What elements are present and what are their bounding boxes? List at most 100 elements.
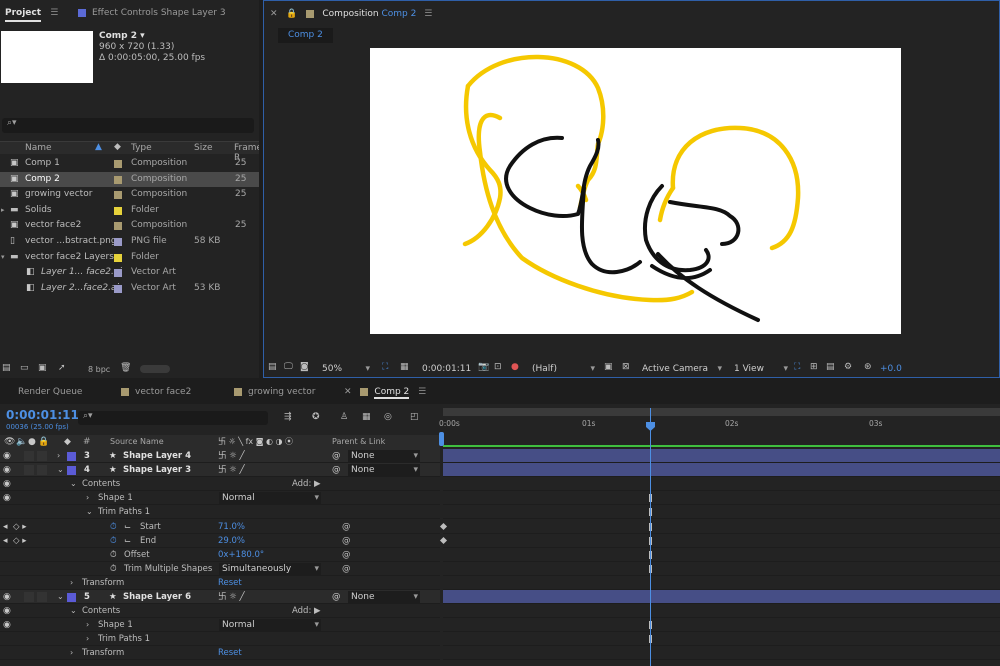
tab-composition[interactable]: ✕ 🔒 Composition Comp 2 ☰ (270, 1, 432, 27)
lock-box[interactable] (37, 592, 47, 602)
always-preview-icon[interactable]: ▤ (268, 362, 277, 372)
stopwatch-active-icon[interactable]: ⏱ (110, 534, 117, 548)
views-dropdown[interactable]: 1 View (734, 363, 790, 375)
layer-name[interactable]: Shape Layer 3 (123, 463, 191, 477)
label-color-swatch[interactable] (114, 253, 122, 262)
property-row[interactable]: › Trim Paths 1 (0, 632, 440, 647)
visibility-eye-icon[interactable]: ◉ (3, 604, 11, 618)
property-track[interactable] (443, 575, 1000, 590)
property-dropdown[interactable]: Normal (219, 492, 321, 505)
layer-duration-bar[interactable] (443, 590, 1000, 605)
visibility-eye-icon[interactable]: ◉ (3, 463, 11, 477)
label-color-swatch[interactable] (114, 238, 122, 246)
property-row[interactable]: ◉ ⌄ Contents Add: ▶ (0, 604, 440, 619)
new-comp-icon[interactable]: ▣ (38, 363, 47, 373)
property-name[interactable]: Transform (82, 576, 124, 590)
property-track[interactable] (443, 491, 1000, 506)
project-item[interactable]: ▣ Comp 2 Composition 25 (0, 171, 259, 188)
property-row[interactable]: ⏱ Trim Multiple Shapes Simultaneously @ (0, 561, 440, 576)
grid-icon[interactable]: ▦ (400, 362, 409, 372)
tab-project[interactable]: Project ☰ (5, 0, 58, 26)
viewer-timecode[interactable]: 0:00:01:11 (422, 364, 471, 374)
transparency-grid-icon[interactable]: ⊠ (622, 362, 630, 372)
label-color-swatch[interactable] (114, 222, 122, 231)
property-name[interactable]: Shape 1 (98, 618, 133, 632)
visibility-eye-icon[interactable]: ◉ (3, 449, 11, 463)
property-name[interactable]: Trim Paths 1 (98, 632, 150, 646)
keyframe-navigator-icon[interactable]: ◇ ▸ (13, 520, 27, 534)
label-color-swatch[interactable] (114, 284, 122, 293)
project-item[interactable]: ◧ Layer 1... face2.ai Vector Art (0, 265, 259, 281)
stopwatch-icon[interactable]: ⏱ (110, 562, 117, 576)
label-color-swatch[interactable] (114, 269, 122, 278)
expand-chevron-icon[interactable]: ⌄ (57, 590, 64, 604)
keyframe-navigator-icon[interactable]: ◇ ▸ (13, 534, 27, 548)
layer-row[interactable]: ◉ › 3 ★ Shape Layer 4 卐 ☼ ╱ @ None (0, 449, 440, 464)
add-property-button[interactable]: Add: ▶ (292, 477, 321, 491)
resolution-dropdown[interactable]: (Half) (532, 363, 597, 375)
property-track[interactable] (443, 519, 1000, 534)
pick-whip-icon[interactable]: @ (342, 548, 351, 562)
camera-dropdown[interactable]: Active Camera (642, 363, 724, 375)
col-name[interactable]: Name (25, 143, 52, 153)
fast-preview-icon[interactable]: ▤ (826, 362, 835, 372)
pick-whip-icon[interactable]: @ (332, 463, 341, 477)
project-item[interactable]: ▬ ▸ Solids Folder (0, 203, 259, 219)
pick-whip-icon[interactable]: @ (332, 590, 341, 604)
property-track[interactable] (443, 547, 1000, 562)
comp-breadcrumb[interactable]: Comp 2 (278, 28, 333, 43)
tab-vector-face2[interactable]: vector face2 (121, 381, 191, 404)
trash-icon[interactable]: 🗑 (120, 363, 131, 373)
snapshot-icon[interactable]: 📷 (478, 362, 489, 372)
channel-icon[interactable]: ● (511, 362, 519, 372)
monitor-icon[interactable]: 🖵 (284, 362, 293, 372)
layer-label-swatch[interactable] (67, 593, 76, 602)
col-type[interactable]: Type (131, 143, 152, 153)
tab-render-queue[interactable]: Render Queue (18, 381, 82, 404)
vr-icon[interactable]: ◙ (300, 362, 309, 372)
visibility-eye-icon[interactable]: ◉ (3, 618, 11, 632)
bpc-label[interactable]: 8 bpc (88, 365, 110, 374)
project-item[interactable]: ▣ growing vector Composition 25 (0, 187, 259, 203)
property-value[interactable]: 71.0% (218, 520, 245, 534)
project-item[interactable]: ▣ Comp 1 Composition 25 (0, 156, 259, 172)
visibility-eye-icon[interactable]: ◂ (3, 520, 8, 534)
expand-chevron-icon[interactable]: ⌄ (70, 477, 77, 491)
reset-exposure-icon[interactable]: ⊛ (864, 362, 872, 372)
label-color-swatch[interactable] (114, 206, 122, 215)
visibility-eye-icon[interactable]: ◉ (3, 491, 11, 505)
exposure-value[interactable]: +0.0 (880, 364, 902, 374)
layer-name[interactable]: Shape Layer 4 (123, 449, 191, 463)
property-value[interactable]: 29.0% (218, 534, 245, 548)
project-item[interactable]: ▬ ▾ vector face2 Layers Folder (0, 250, 259, 266)
menu-icon[interactable]: ☰ (50, 8, 58, 18)
layer-label-swatch[interactable] (67, 466, 76, 476)
expand-chevron-icon[interactable]: › (86, 632, 89, 646)
layer-switches[interactable]: 卐 ☼ ╱ (218, 449, 245, 463)
property-name[interactable]: Offset (124, 548, 150, 562)
property-value[interactable]: Reset (218, 576, 242, 590)
stopwatch-active-icon[interactable]: ⏱ (110, 520, 117, 534)
property-name[interactable]: Trim Paths 1 (98, 505, 150, 519)
property-row[interactable]: ◉ › Shape 1 Normal (0, 491, 440, 506)
close-icon[interactable]: ✕ (270, 9, 278, 19)
property-dropdown[interactable]: Normal (219, 619, 321, 632)
export-frame-icon[interactable]: ⊞ (810, 362, 818, 372)
toggle-pixel-icon[interactable]: ⛶ (794, 362, 800, 372)
visibility-eye-icon[interactable]: ◂ (3, 534, 8, 548)
tab-growing-vector[interactable]: growing vector (234, 381, 315, 404)
layer-duration-bar[interactable] (443, 463, 1000, 478)
property-row[interactable]: ⌄ Trim Paths 1 (0, 505, 440, 520)
visibility-eye-icon[interactable]: ◉ (3, 590, 11, 604)
pick-whip-icon[interactable]: @ (332, 449, 341, 463)
parent-dropdown[interactable]: None (348, 464, 420, 477)
col-size[interactable]: Size (194, 143, 212, 153)
label-color-swatch[interactable] (114, 160, 122, 168)
flowchart-icon[interactable]: ⚙ (844, 362, 852, 372)
stopwatch-icon[interactable]: ⏱ (110, 548, 117, 562)
work-area-start-handle[interactable] (439, 432, 444, 446)
label-color-swatch[interactable] (114, 191, 122, 200)
property-dropdown[interactable]: Simultaneously (219, 562, 321, 575)
add-property-button[interactable]: Add: ▶ (292, 604, 321, 618)
property-row[interactable]: ◂ ◇ ▸ ⏱ ⌙ End 29.0% @ (0, 533, 440, 548)
